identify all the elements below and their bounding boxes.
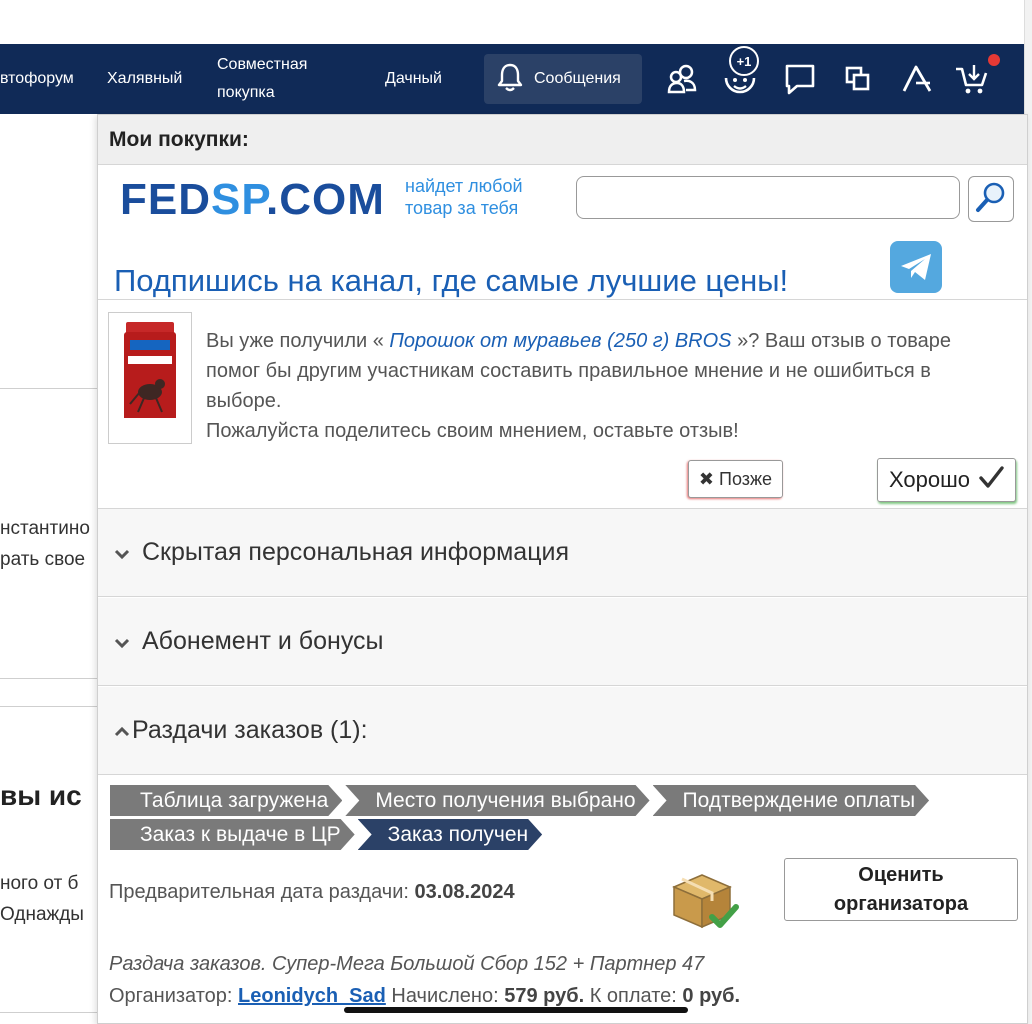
order-progress: Таблица загружена Место получения выбран…	[110, 785, 1010, 853]
font-icon[interactable]	[897, 58, 937, 100]
box-check-icon	[668, 867, 740, 933]
charged-label: Начислено:	[391, 985, 499, 1007]
cart-alert-dot	[988, 54, 1000, 66]
chat-icon[interactable]	[780, 58, 820, 100]
divider	[0, 1012, 97, 1013]
copy-icon[interactable]	[838, 58, 878, 100]
search-icon	[974, 180, 1008, 219]
rate-line: Оценить	[858, 864, 944, 886]
distribution-title: Раздача заказов. Супер-Мега Большой Сбор…	[109, 953, 705, 975]
divider	[0, 706, 97, 707]
nav-joint-purchase[interactable]: Совместная покупка	[217, 51, 307, 107]
fedsp-logo[interactable]: FEDSP.COM	[120, 175, 385, 225]
distribution-date: Предварительная дата раздачи: 03.08.2024	[109, 881, 515, 904]
telegram-icon[interactable]	[890, 241, 942, 293]
nav-autoforum[interactable]: втофорум	[0, 65, 74, 93]
bg-text: ного от б	[0, 873, 79, 894]
organizer-link[interactable]: Leonidych_Sad	[238, 985, 386, 1007]
organizer-label: Организатор:	[109, 985, 233, 1007]
logo-part: SP	[211, 175, 267, 224]
bell-icon	[496, 62, 524, 97]
later-button[interactable]: ✖ Позже	[688, 460, 783, 498]
product-link[interactable]: Порошок от муравьев (250 г) BROS	[389, 330, 731, 352]
subscribe-link[interactable]: Подпишись на канал, где самые лучшие цен…	[114, 263, 788, 299]
ok-label: Хорошо	[888, 467, 971, 492]
checkmark-icon	[978, 465, 1004, 495]
step-payment-confirmed: Подтверждение оплаты	[653, 785, 930, 816]
my-purchases-panel: Мои покупки: FEDSP.COM найдет любой това…	[97, 114, 1028, 1024]
section-label: Скрытая персональная информация	[142, 538, 570, 566]
step-pickup-selected: Место получения выбрано	[345, 785, 649, 816]
bg-text: рать свое	[0, 549, 86, 570]
logo-tagline: найдет любой товар за тебя	[405, 175, 523, 219]
notification-badge: +1	[729, 46, 759, 76]
chevron-up-icon	[114, 716, 130, 745]
to-pay-value: 0 руб.	[682, 985, 741, 1007]
section-distributions[interactable]: Раздачи заказов (1):	[98, 687, 1027, 775]
step-order-received: Заказ получен	[358, 819, 542, 850]
messages-button[interactable]: Сообщения	[484, 54, 642, 104]
bg-heading: вы ис	[0, 780, 82, 811]
tagline-line: найдет любой	[405, 176, 523, 196]
chevron-down-icon	[114, 538, 130, 567]
bg-text: Однажды	[0, 904, 84, 925]
search-input[interactable]	[576, 176, 960, 219]
messages-label: Сообщения	[534, 70, 621, 87]
logo-part: .COM	[266, 175, 385, 224]
date-value: 03.08.2024	[414, 881, 515, 903]
step-table-loaded: Таблица загружена	[110, 785, 342, 816]
nav-joint-line1: Совместная	[217, 56, 308, 73]
nav-freebie[interactable]: Халявный	[107, 65, 182, 93]
review-request: Вы уже получили « Порошок от муравьев (2…	[98, 299, 1027, 509]
top-navbar: втофорум Халявный Совместная покупка Дач…	[0, 44, 1024, 114]
review-prefix: Вы уже получили «	[206, 330, 384, 352]
chevron-down-icon	[114, 627, 130, 656]
search-button[interactable]	[968, 176, 1014, 222]
organizer-line: Организатор: Leonidych_Sad Начислено: 57…	[109, 985, 740, 1008]
nav-joint-line2: покупка	[217, 84, 275, 101]
later-label: Позже	[719, 468, 773, 489]
ok-button[interactable]: Хорошо	[877, 458, 1016, 502]
users-icon[interactable]	[662, 58, 702, 100]
review-message: Вы уже получили « Порошок от муравьев (2…	[206, 326, 1006, 446]
nav-country[interactable]: Дачный	[385, 65, 442, 93]
section-label: Абонемент и бонусы	[142, 627, 384, 655]
logo-part: FED	[120, 175, 211, 224]
review-request-text: Пожалуйста поделитесь своим мнением, ост…	[206, 420, 739, 442]
section-label: Раздачи заказов (1):	[132, 716, 368, 744]
step-ready-for-pickup: Заказ к выдаче в ЦР	[110, 819, 355, 850]
cart-icon[interactable]	[952, 58, 992, 100]
tagline-line: товар за тебя	[405, 198, 519, 218]
progress-row: Заказ к выдаче в ЦР Заказ получен	[110, 819, 1010, 850]
rate-organizer-button[interactable]: Оценить организатора	[784, 858, 1018, 921]
close-icon: ✖	[698, 468, 715, 489]
panel-title: Мои покупки:	[98, 115, 1027, 165]
rate-line: организатора	[833, 893, 969, 915]
divider	[0, 678, 97, 679]
product-image[interactable]	[108, 312, 192, 444]
home-indicator[interactable]	[344, 1007, 688, 1013]
date-label: Предварительная дата раздачи:	[109, 881, 409, 903]
section-hidden-info[interactable]: Скрытая персональная информация	[98, 509, 1027, 597]
bg-text: нстантино	[0, 518, 90, 539]
progress-row: Таблица загружена Место получения выбран…	[110, 785, 1010, 816]
section-subscription[interactable]: Абонемент и бонусы	[98, 598, 1027, 686]
divider	[0, 388, 97, 389]
charged-value: 579 руб.	[504, 985, 585, 1007]
divider	[0, 0, 1032, 1]
to-pay-label: К оплате:	[589, 985, 677, 1007]
